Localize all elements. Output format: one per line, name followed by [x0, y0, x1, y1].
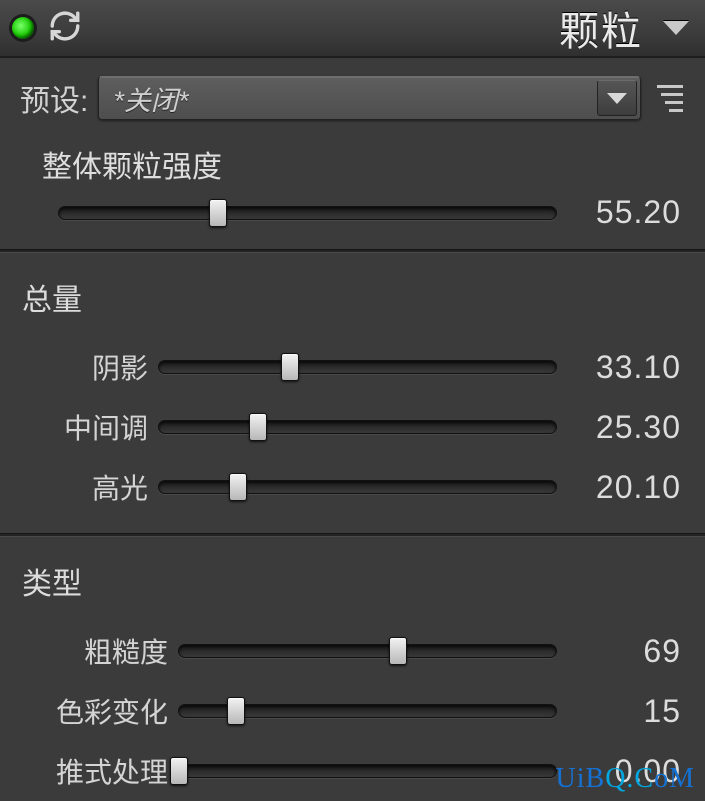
highlights-slider[interactable] — [158, 480, 557, 494]
slider-thumb[interactable] — [227, 697, 245, 725]
section-divider — [0, 533, 705, 537]
midtones-label: 中间调 — [18, 407, 158, 447]
shadows-slider[interactable] — [158, 360, 557, 374]
roughness-slider[interactable] — [178, 644, 557, 658]
midtones-value[interactable]: 25.30 — [557, 409, 687, 446]
preset-label: 预设: — [20, 76, 88, 120]
overall-grain-block: 整体颗粒强度 55.20 — [18, 142, 687, 231]
chevron-down-icon — [597, 80, 637, 116]
slider-thumb[interactable] — [170, 757, 188, 785]
preset-menu-icon[interactable] — [657, 85, 685, 112]
color-variation-row: 色彩变化 15 — [18, 691, 687, 731]
shadows-value[interactable]: 33.10 — [557, 349, 687, 386]
slider-thumb[interactable] — [209, 199, 227, 227]
highlights-row: 高光 20.10 — [18, 467, 687, 507]
shadows-label: 阴影 — [18, 347, 158, 387]
slider-thumb[interactable] — [249, 413, 267, 441]
highlights-label: 高光 — [18, 467, 158, 507]
color-variation-slider[interactable] — [178, 704, 557, 718]
preset-selected-value: *关闭* — [113, 79, 188, 118]
section-divider — [0, 249, 705, 253]
overall-grain-label: 整体颗粒强度 — [42, 142, 687, 186]
color-variation-label: 色彩变化 — [18, 691, 178, 731]
push-processing-label: 推式处理 — [18, 751, 178, 791]
overall-grain-value[interactable]: 55.20 — [557, 194, 687, 231]
push-processing-slider[interactable] — [178, 764, 557, 778]
preset-row: 预设: *关闭* — [18, 76, 687, 120]
roughness-value[interactable]: 69 — [557, 633, 687, 670]
slider-thumb[interactable] — [281, 353, 299, 381]
reset-icon[interactable] — [48, 9, 82, 48]
color-variation-value[interactable]: 15 — [557, 693, 687, 730]
type-heading: 类型 — [22, 559, 687, 603]
watermark: UiBQ.CoM — [556, 763, 696, 795]
shadows-row: 阴影 33.10 — [18, 347, 687, 387]
roughness-label: 粗糙度 — [18, 631, 178, 671]
panel-title: 颗粒 — [559, 0, 649, 57]
title-bar: 颗粒 — [0, 0, 705, 58]
overall-grain-slider[interactable] — [58, 206, 557, 220]
slider-thumb[interactable] — [389, 637, 407, 665]
preset-dropdown[interactable]: *关闭* — [98, 76, 641, 120]
enabled-indicator-icon[interactable] — [12, 17, 34, 39]
midtones-row: 中间调 25.30 — [18, 407, 687, 447]
amount-heading: 总量 — [22, 275, 687, 319]
slider-thumb[interactable] — [229, 473, 247, 501]
collapse-chevron-icon[interactable] — [663, 21, 689, 35]
highlights-value[interactable]: 20.10 — [557, 469, 687, 506]
midtones-slider[interactable] — [158, 420, 557, 434]
roughness-row: 粗糙度 69 — [18, 631, 687, 671]
